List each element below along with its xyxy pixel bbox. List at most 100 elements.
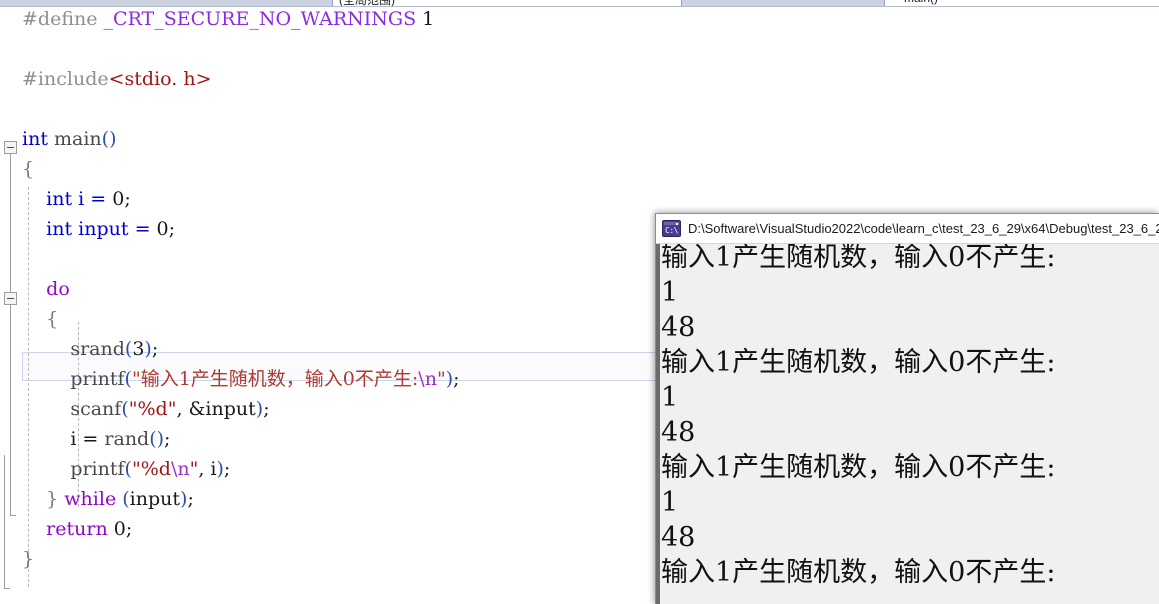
console-output-line: 48: [661, 417, 696, 448]
code-token: ;: [168, 218, 176, 240]
code-token: ): [445, 368, 454, 390]
code-token: 0: [156, 218, 169, 240]
code-token: =: [134, 218, 151, 240]
code-token: (: [124, 458, 132, 480]
code-line: do: [22, 274, 70, 304]
console-output-line: 1: [661, 487, 679, 518]
code-token: 3: [132, 338, 145, 360]
code-line: srand(3);: [22, 334, 158, 364]
editor-toolbar-strip: (全局范围) ◆ main(): [0, 0, 1159, 7]
code-token: ;: [151, 338, 159, 360]
code-token: while: [64, 488, 117, 510]
code-token: "%d": [128, 398, 177, 420]
code-token: _CRT_SECURE_NO_WARNINGS: [103, 8, 417, 30]
code-token: scanf: [22, 398, 122, 420]
console-output-line: 输入1产生随机数，输入0不产生:: [661, 244, 1056, 273]
code-token: printf: [22, 458, 125, 480]
code-token: ;: [263, 398, 270, 420]
code-token: {: [22, 158, 35, 180]
console-cmd-icon: C:\: [662, 220, 681, 237]
code-token: }: [22, 488, 59, 510]
code-token: 1: [422, 8, 435, 30]
code-token: input: [129, 488, 181, 510]
code-token: int: [22, 128, 48, 150]
code-token: (: [124, 368, 132, 390]
code-token: #define: [22, 8, 98, 30]
code-line: printf("%d\n", i);: [22, 454, 230, 484]
code-token: "%d: [131, 458, 171, 480]
code-token: input: [78, 218, 129, 240]
code-line: printf("输入1产生随机数，输入0不产生:\n");: [22, 364, 460, 394]
code-line: int i = 0;: [22, 184, 131, 214]
code-token: =: [90, 188, 107, 210]
code-token: \n: [418, 368, 437, 390]
code-token: rand: [104, 428, 150, 450]
code-token: {: [22, 308, 59, 330]
console-output-area[interactable]: 输入1产生随机数，输入0不产生: 1 48 输入1产生随机数，输入0不产生: 1 48 输入…: [656, 244, 1159, 604]
code-token: , &input: [176, 398, 256, 420]
collapse-main-function-icon[interactable]: [4, 141, 17, 154]
code-token: , i: [198, 458, 217, 480]
console-output-line: 48: [661, 312, 696, 343]
code-line: int main(): [22, 124, 117, 154]
code-token: 0: [113, 518, 126, 540]
fold-connector-line-inner: [10, 305, 11, 515]
code-line: {: [22, 154, 34, 184]
code-token: (): [101, 128, 117, 150]
code-token: ;: [453, 368, 460, 390]
code-line: scanf("%d", &input);: [22, 394, 270, 424]
code-token: "输入1产生随机数，输入0不产生:: [131, 368, 419, 390]
console-output-line: 1: [661, 382, 679, 413]
code-token: ;: [164, 428, 171, 450]
code-line: return 0;: [22, 514, 132, 544]
code-token: int: [22, 188, 73, 210]
fold-connector-line-outer: [4, 455, 5, 588]
navigation-scope-dropdown[interactable]: (全局范围): [332, 0, 682, 6]
console-output-line: 1: [661, 277, 679, 308]
code-token: srand: [22, 338, 125, 360]
code-token: i =: [22, 428, 105, 450]
code-token: }: [22, 548, 35, 570]
code-token: int: [22, 218, 73, 240]
console-output-line: 输入1产生随机数，输入0不产生:: [661, 452, 1056, 483]
code-line: }: [22, 544, 34, 574]
fold-end-marker: [10, 515, 16, 516]
code-token: 0: [112, 188, 125, 210]
code-token: (: [121, 398, 129, 420]
code-token: ;: [124, 188, 131, 210]
console-output-line: 输入1产生随机数，输入0不产生:: [661, 347, 1056, 378]
console-output-line: 输入1产生随机数，输入0不产生:: [661, 557, 1056, 588]
console-scrollbar-thumb[interactable]: [656, 244, 660, 604]
code-line: {: [22, 304, 58, 334]
fold-end-marker-outer: [4, 588, 10, 589]
code-token: ): [216, 458, 224, 480]
console-title-text: D:\Software\VisualStudio2022\code\learn_…: [688, 221, 1159, 236]
code-token: ;: [187, 488, 194, 510]
code-token: do: [22, 278, 70, 300]
navigation-member-label: main(): [904, 0, 938, 5]
console-titlebar[interactable]: C:\ D:\Software\VisualStudio2022\code\le…: [656, 214, 1159, 244]
method-icon: ◆: [889, 0, 900, 2]
code-token: ): [144, 338, 152, 360]
code-token: return: [22, 518, 108, 540]
console-scrollbar-track[interactable]: [656, 244, 660, 604]
code-token: (): [149, 428, 165, 450]
code-token: ;: [223, 458, 231, 480]
code-token: ": [436, 368, 446, 390]
console-output-text: 输入1产生随机数，输入0不产生: 1 48 输入1产生随机数，输入0不产生: 1 48 输入…: [661, 244, 1159, 590]
collapse-do-while-icon[interactable]: [4, 292, 17, 305]
code-line: int input = 0;: [22, 214, 175, 244]
code-line: #include<stdio. h>: [22, 64, 212, 94]
outlining-margin[interactable]: [0, 7, 22, 604]
code-token: printf: [22, 368, 125, 390]
code-token: <stdio. h>: [108, 68, 212, 90]
code-token: #include: [22, 68, 109, 90]
navigation-member-dropdown[interactable]: ◆ main(): [884, 0, 1159, 6]
code-token: \n: [170, 458, 190, 480]
navigation-scope-label: (全局范围): [339, 0, 395, 6]
code-token: main: [54, 128, 102, 150]
code-line: i = rand();: [22, 424, 170, 454]
console-window[interactable]: C:\ D:\Software\VisualStudio2022\code\le…: [655, 213, 1159, 604]
code-token: ;: [125, 518, 133, 540]
fold-connector-line: [10, 154, 11, 292]
